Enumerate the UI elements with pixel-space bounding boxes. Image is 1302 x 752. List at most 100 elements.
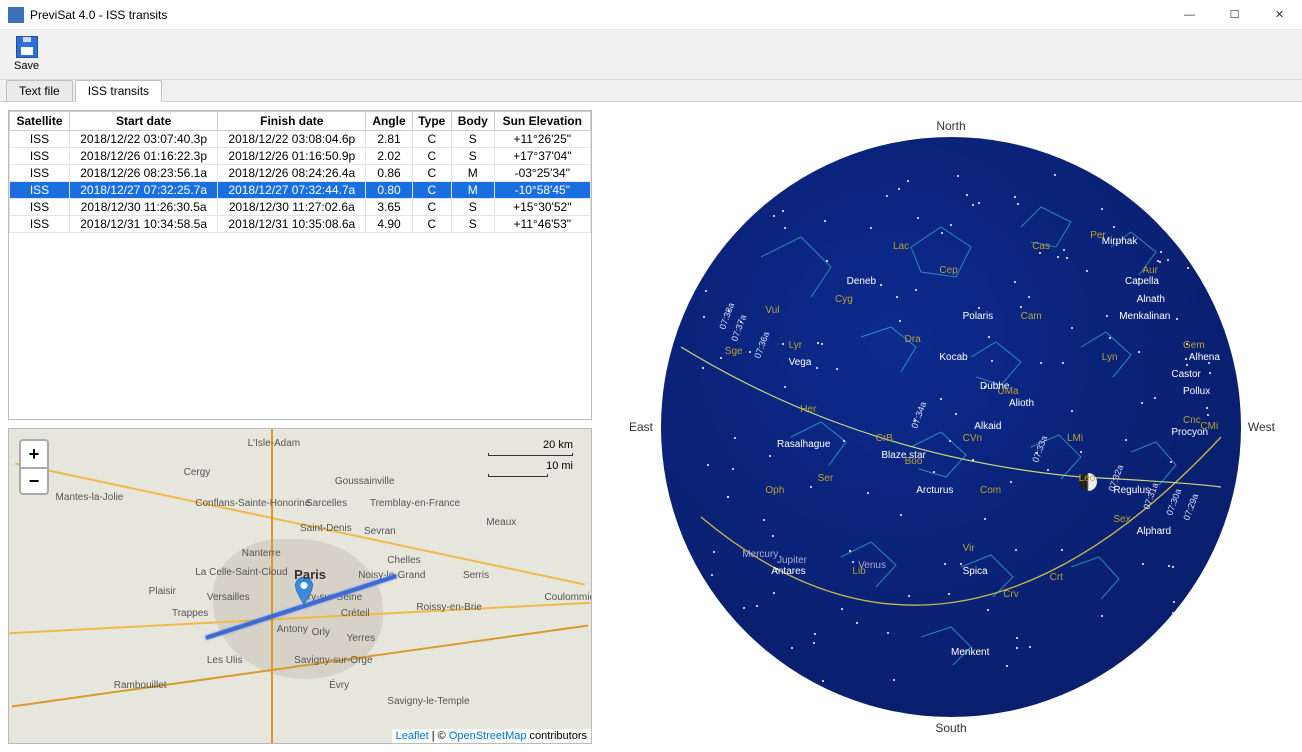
cell-finish: 2018/12/30 11:27:02.6a	[218, 199, 366, 216]
city-label: Coulommiers	[544, 592, 592, 603]
star-dot	[1125, 439, 1127, 441]
star-dot	[1172, 612, 1174, 614]
maximize-button[interactable]: ☐	[1212, 0, 1257, 30]
cell-finish: 2018/12/22 03:08:04.6p	[218, 131, 366, 148]
star-dot	[743, 607, 745, 609]
table-row[interactable]: ISS2018/12/22 03:07:40.3p2018/12/22 03:0…	[10, 131, 591, 148]
window-title: PreviSat 4.0 - ISS transits	[30, 8, 1167, 22]
constellation-label: Sex	[1113, 514, 1130, 525]
tab-text-file[interactable]: Text file	[6, 80, 73, 101]
zoom-out-button[interactable]: −	[21, 467, 47, 493]
cell-angle: 4.90	[366, 216, 412, 233]
close-button[interactable]: ✕	[1257, 0, 1302, 30]
table-row[interactable]: ISS2018/12/26 01:16:22.3p2018/12/26 01:1…	[10, 148, 591, 165]
star-label: Mirphak	[1102, 236, 1138, 247]
cell-angle: 0.86	[366, 165, 412, 182]
star-dot	[1208, 362, 1210, 364]
star-label: Deneb	[847, 276, 876, 287]
city-label: Goussainville	[335, 476, 394, 487]
star-dot	[1212, 217, 1214, 219]
col-start-date[interactable]: Start date	[70, 112, 218, 131]
table-row[interactable]: ISS2018/12/30 11:26:30.5a2018/12/30 11:2…	[10, 199, 591, 216]
star-dot	[816, 367, 818, 369]
zoom-in-button[interactable]: +	[21, 441, 47, 467]
constellation-label: Ser	[818, 473, 834, 484]
cell-sun: -10°58'45"	[494, 182, 590, 199]
constellation-label: Com	[980, 485, 1001, 496]
constellation-label: Boo	[905, 456, 923, 467]
city-label: Yerres	[347, 633, 376, 644]
transit-table[interactable]: SatelliteStart dateFinish dateAngleTypeB…	[8, 110, 592, 420]
cell-start: 2018/12/30 11:26:30.5a	[70, 199, 218, 216]
cell-body: S	[452, 131, 495, 148]
constellation-label: Lac	[893, 241, 909, 252]
star-dot	[1010, 481, 1012, 483]
table-row[interactable]: ISS2018/12/27 07:32:25.7a2018/12/27 07:3…	[10, 182, 591, 199]
star-dot	[813, 642, 815, 644]
cell-satellite: ISS	[10, 148, 70, 165]
col-sun-elevation[interactable]: Sun Elevation	[494, 112, 590, 131]
cell-type: C	[412, 216, 451, 233]
city-label: Trappes	[172, 608, 208, 619]
cell-start: 2018/12/31 10:34:58.5a	[70, 216, 218, 233]
constellation-label: UMa	[997, 386, 1018, 397]
constellation-label: Dra	[905, 334, 921, 345]
star-dot	[836, 368, 838, 370]
city-label: Cergy	[184, 467, 211, 478]
col-type[interactable]: Type	[412, 112, 451, 131]
star-dot	[1063, 249, 1065, 251]
constellation-label: Aur	[1142, 265, 1158, 276]
sky-chart[interactable]: North South East West	[641, 117, 1261, 737]
map[interactable]: L'Isle-AdamCergyConflans-Sainte-Honorine…	[8, 428, 592, 744]
star-dot	[950, 224, 952, 226]
col-finish-date[interactable]: Finish date	[218, 112, 366, 131]
col-satellite[interactable]: Satellite	[10, 112, 70, 131]
cell-start: 2018/12/27 07:32:25.7a	[70, 182, 218, 199]
cell-start: 2018/12/26 08:23:56.1a	[70, 165, 218, 182]
star-dot	[1170, 461, 1172, 463]
star-dot	[1173, 601, 1175, 603]
cell-angle: 2.02	[366, 148, 412, 165]
star-label: Polaris	[963, 311, 994, 322]
city-label: Roissy-en-Brie	[416, 602, 482, 613]
minimize-button[interactable]: ―	[1167, 0, 1212, 30]
star-dot	[734, 437, 736, 439]
constellation-label: Per	[1090, 230, 1106, 241]
star-dot	[900, 514, 902, 516]
star-dot	[1066, 257, 1068, 259]
cell-satellite: ISS	[10, 165, 70, 182]
star-label: Alnath	[1137, 294, 1165, 305]
star-label: Rasalhague	[777, 439, 830, 450]
city-label: Serris	[463, 570, 489, 581]
star-dot	[1148, 670, 1150, 672]
leaflet-link[interactable]: Leaflet	[396, 730, 429, 742]
col-angle[interactable]: Angle	[366, 112, 412, 131]
city-label: Antony	[277, 624, 308, 635]
table-row[interactable]: ISS2018/12/31 10:34:58.5a2018/12/31 10:3…	[10, 216, 591, 233]
dir-south: South	[935, 721, 966, 735]
save-button[interactable]: Save	[8, 34, 45, 74]
table-row[interactable]: ISS2018/12/26 08:23:56.1a2018/12/26 08:2…	[10, 165, 591, 182]
constellation-label: Vul	[765, 305, 779, 316]
star-dot	[749, 351, 751, 353]
tab-iss-transits[interactable]: ISS transits	[75, 80, 162, 102]
cell-satellite: ISS	[10, 182, 70, 199]
city-label: Savigny-le-Temple	[387, 696, 469, 707]
star-dot	[732, 468, 734, 470]
star-dot	[966, 194, 968, 196]
star-label: Menkalinan	[1119, 311, 1170, 322]
city-label: Les Ulis	[207, 655, 243, 666]
planet-label: Venus	[858, 560, 886, 571]
constellation-label: Cep	[939, 265, 957, 276]
city-label: Évry	[329, 680, 349, 691]
constellation-label: LMi	[1067, 433, 1083, 444]
star-dot	[972, 204, 974, 206]
osm-link[interactable]: OpenStreetMap	[449, 730, 527, 742]
constellation-label: Crt	[1050, 572, 1063, 583]
app-icon	[8, 7, 24, 23]
cell-type: C	[412, 165, 451, 182]
star-dot	[1142, 563, 1144, 565]
star-dot	[867, 492, 869, 494]
col-body[interactable]: Body	[452, 112, 495, 131]
star-dot	[707, 464, 709, 466]
